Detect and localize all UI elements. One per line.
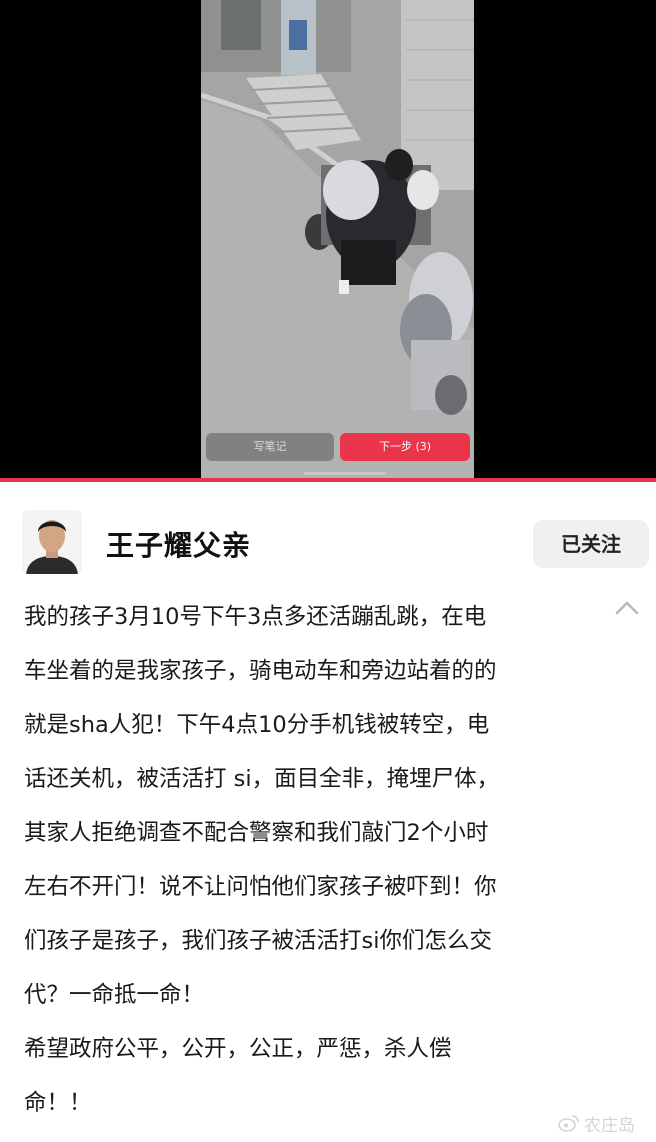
- post-line: 话还关机，被活活打 si，面目全非，掩埋尸体，: [24, 766, 500, 792]
- author-avatar[interactable]: [22, 510, 82, 574]
- post-content: 我的孩子3月10号下午3点多还活蹦乱跳，在电 车坐着的是我家孩子，骑电动车和旁边…: [24, 590, 584, 1130]
- post-line: 就是sha人犯！下午4点10分手机钱被转空，电: [24, 712, 490, 738]
- post-line: 我的孩子3月10号下午3点多还活蹦乱跳，在电: [24, 604, 487, 630]
- chevron-up-icon[interactable]: [614, 598, 640, 618]
- video-preview[interactable]: 写笔记 下一步 (3): [0, 0, 656, 478]
- post-line: 希望政府公平，公开，公正，严惩，杀人偿: [24, 1036, 452, 1062]
- write-note-button[interactable]: 写笔记: [206, 433, 334, 461]
- follow-button[interactable]: 已关注: [533, 520, 649, 568]
- next-step-button[interactable]: 下一步 (3): [340, 433, 470, 461]
- home-indicator: [304, 472, 386, 475]
- watermark-text: 农庄岛: [584, 1115, 635, 1136]
- author-name[interactable]: 王子耀父亲: [106, 524, 251, 564]
- weibo-icon: [558, 1115, 579, 1132]
- video-frame[interactable]: [201, 0, 474, 478]
- watermark: 农庄岛: [558, 1112, 635, 1136]
- post-page: 写笔记 下一步 (3) 王子耀父亲 已关注 我的孩子3月10号下午3点多还活蹦乱…: [0, 0, 656, 1142]
- avatar-portrait-icon: [22, 510, 82, 574]
- post-line: 命！！: [24, 1090, 92, 1116]
- post-line: 左右不开门！说不让问怕他们家孩子被吓到！你: [24, 874, 497, 900]
- post-line: 其家人拒绝调查不配合警察和我们敲门2个小时: [24, 820, 489, 846]
- post-line: 车坐着的是我家孩子，骑电动车和旁边站着的的: [24, 658, 497, 684]
- accent-divider: [0, 478, 656, 482]
- post-line: 代？一命抵一命！: [24, 982, 205, 1008]
- video-scene-image: [201, 0, 474, 478]
- post-line: 们孩子是孩子，我们孩子被活活打si你们怎么交: [24, 928, 492, 954]
